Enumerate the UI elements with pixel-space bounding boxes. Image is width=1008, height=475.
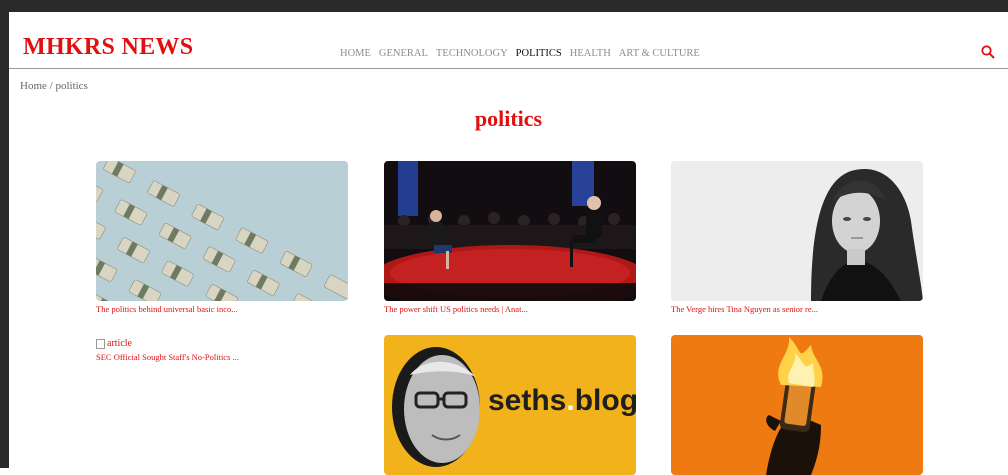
nav-item-technology[interactable]: TECHNOLOGY <box>436 48 508 59</box>
nav-item-general[interactable]: GENERAL <box>379 48 428 59</box>
nav-item-politics[interactable]: POLITICS <box>516 48 562 59</box>
article-title[interactable]: The Verge hires Tina Nguyen as senior re… <box>671 304 923 314</box>
article-card[interactable] <box>671 335 923 475</box>
article-thumbnail-burning-phone[interactable] <box>671 335 923 475</box>
seths-blog-logo-text: seths.blog <box>488 384 636 417</box>
article-card[interactable]: seths.blog <box>384 335 636 475</box>
breadcrumb-home[interactable]: Home <box>20 80 47 92</box>
breadcrumb-current: politics <box>55 80 88 92</box>
article-card[interactable]: The power shift US politics needs | Anat… <box>384 161 636 314</box>
window-frame-top <box>0 0 1008 12</box>
page-title: politics <box>474 106 543 131</box>
article-thumbnail-seths-blog[interactable]: seths.blog <box>384 335 636 475</box>
article-broken-image[interactable]: article <box>96 338 348 349</box>
breadcrumb: Home / politics <box>20 80 88 92</box>
article-image-alt: article <box>107 338 132 349</box>
article-card[interactable]: article SEC Official Sought Staff's No-P… <box>96 338 348 362</box>
main-nav: HOME GENERAL TECHNOLOGY POLITICS HEALTH … <box>340 48 700 59</box>
article-title[interactable]: The power shift US politics needs | Anat… <box>384 304 636 314</box>
nav-item-health[interactable]: HEALTH <box>570 48 611 59</box>
article-thumbnail-stage[interactable] <box>384 161 636 301</box>
broken-image-icon <box>96 338 105 349</box>
article-thumbnail-portrait[interactable] <box>671 161 923 301</box>
article-title[interactable]: The politics behind universal basic inco… <box>96 304 348 314</box>
article-thumbnail-money[interactable] <box>96 161 348 301</box>
article-title[interactable]: SEC Official Sought Staff's No-Politics … <box>96 352 348 362</box>
search-icon[interactable] <box>980 44 996 60</box>
nav-item-art-culture[interactable]: ART & CULTURE <box>619 48 700 59</box>
site-header: MHKRS NEWS HOME GENERAL TECHNOLOGY POLIT… <box>9 12 1008 69</box>
page: MHKRS NEWS HOME GENERAL TECHNOLOGY POLIT… <box>9 12 1008 475</box>
window-frame-left <box>0 0 9 468</box>
site-logo[interactable]: MHKRS NEWS <box>23 34 193 61</box>
article-card[interactable]: The Verge hires Tina Nguyen as senior re… <box>671 161 923 314</box>
nav-item-home[interactable]: HOME <box>340 48 371 59</box>
article-card[interactable]: The politics behind universal basic inco… <box>96 161 348 314</box>
